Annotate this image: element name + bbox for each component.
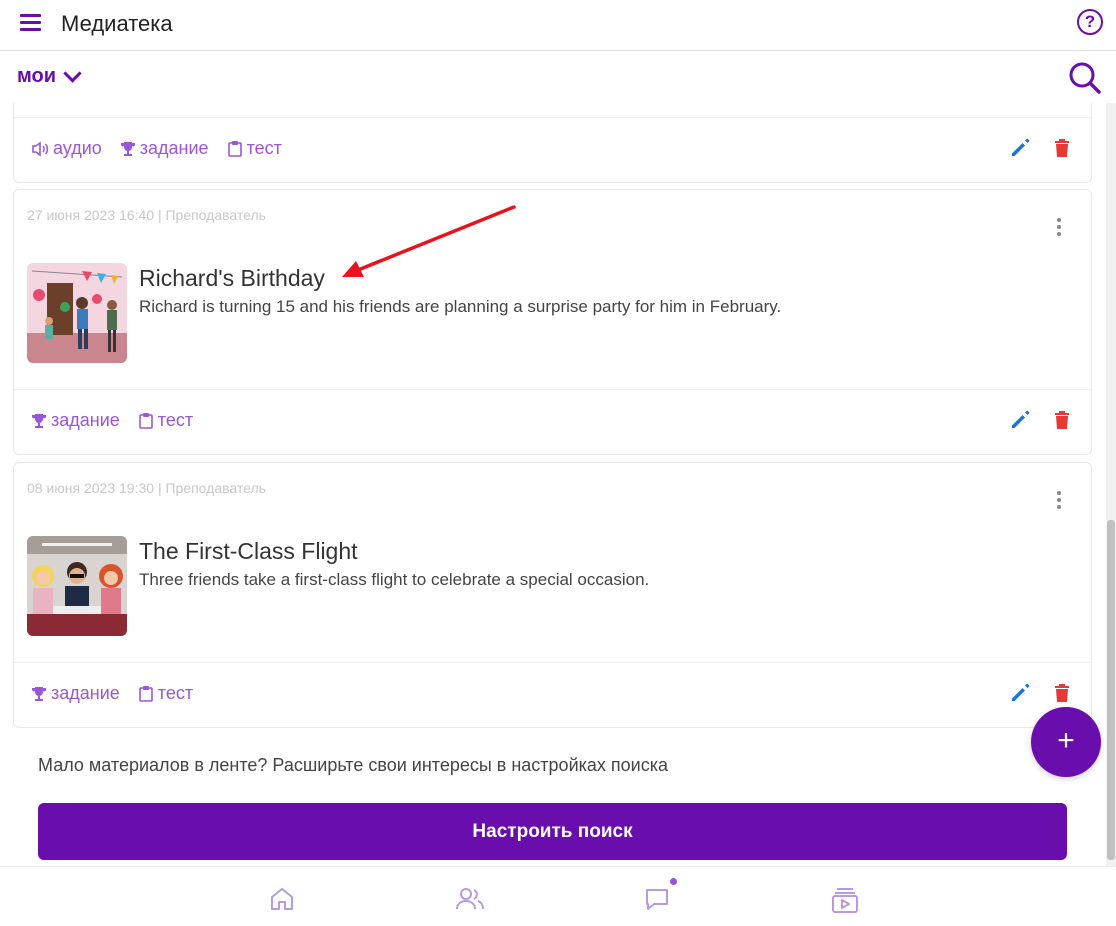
trophy-icon	[32, 686, 46, 701]
card-meta: 08 июня 2023 19:30 | Преподаватель	[27, 480, 266, 496]
trophy-icon	[32, 413, 46, 428]
bottom-navigation	[0, 866, 1116, 926]
tag-label: задание	[51, 683, 120, 703]
item-title[interactable]: The First-Class Flight	[139, 538, 358, 565]
item-description: Richard is turning 15 and his friends ar…	[139, 297, 782, 316]
clipboard-icon	[227, 141, 242, 157]
tag-label: тест	[157, 683, 194, 703]
tag-test[interactable]: тест	[138, 410, 193, 431]
media-library-icon[interactable]	[831, 886, 859, 914]
trophy-icon	[120, 141, 135, 156]
trash-icon[interactable]	[1054, 410, 1070, 430]
tag-label: аудио	[53, 138, 102, 158]
edit-icon[interactable]	[1010, 683, 1030, 703]
people-icon[interactable]	[455, 886, 485, 912]
filter-bar: мои	[0, 51, 1116, 103]
tag-audio[interactable]: аудио	[31, 138, 102, 159]
tag-task[interactable]: задание	[120, 138, 209, 159]
clipboard-icon	[138, 686, 153, 702]
tag-task[interactable]: задание	[31, 410, 120, 431]
edit-icon[interactable]	[1010, 138, 1030, 158]
notification-dot	[670, 878, 677, 885]
configure-search-button[interactable]: Настроить поиск	[38, 803, 1067, 860]
trash-icon[interactable]	[1054, 683, 1070, 703]
chevron-down-icon	[63, 64, 82, 83]
hamburger-icon[interactable]	[20, 14, 41, 32]
item-title[interactable]: Richard's Birthday	[139, 265, 325, 292]
search-icon[interactable]	[1068, 61, 1102, 95]
filter-selected-value: мои	[17, 65, 57, 87]
page-title: Медиатека	[61, 11, 173, 36]
thumbnail-party[interactable]	[27, 263, 127, 363]
tag-test[interactable]: тест	[227, 138, 282, 159]
home-icon[interactable]	[269, 886, 295, 912]
more-vertical-icon[interactable]	[1057, 218, 1061, 239]
item-description: Three friends take a first-class flight …	[139, 570, 650, 589]
media-card[interactable]: 27 июня 2023 16:40 | Преподаватель Richa…	[13, 189, 1092, 455]
edit-icon[interactable]	[1010, 410, 1030, 430]
filter-dropdown[interactable]: мои	[17, 64, 82, 88]
thumbnail-flight[interactable]	[27, 536, 127, 636]
tag-test[interactable]: тест	[138, 683, 193, 704]
card-meta: 27 июня 2023 16:40 | Преподаватель	[27, 207, 266, 223]
chat-icon[interactable]	[644, 886, 670, 912]
media-card[interactable]: 08 июня 2023 19:30 | Преподаватель The F…	[13, 462, 1092, 728]
tag-label: задание	[51, 410, 120, 430]
card-footer: задание тест	[14, 389, 1091, 454]
help-circle-icon[interactable]: ?	[1077, 9, 1103, 35]
scrollbar-thumb[interactable]	[1107, 520, 1115, 860]
add-material-button[interactable]: +	[1031, 707, 1101, 777]
card-footer: задание тест	[14, 662, 1091, 727]
clipboard-icon	[138, 413, 153, 429]
tag-label: задание	[139, 138, 209, 158]
card-footer: аудио задание тест	[14, 117, 1091, 182]
media-feed[interactable]: аудио задание тест 27 июня 2023 16:40 | …	[0, 103, 1104, 866]
media-card: аудио задание тест	[13, 103, 1092, 183]
tag-label: тест	[157, 410, 194, 430]
trash-icon[interactable]	[1054, 138, 1070, 158]
speaker-icon	[32, 140, 49, 157]
tag-label: тест	[246, 138, 282, 158]
more-vertical-icon[interactable]	[1057, 491, 1061, 512]
feed-hint: Мало материалов в ленте? Расширьте свои …	[38, 755, 668, 775]
tag-task[interactable]: задание	[31, 683, 120, 704]
app-header: Медиатека ?	[0, 0, 1116, 51]
